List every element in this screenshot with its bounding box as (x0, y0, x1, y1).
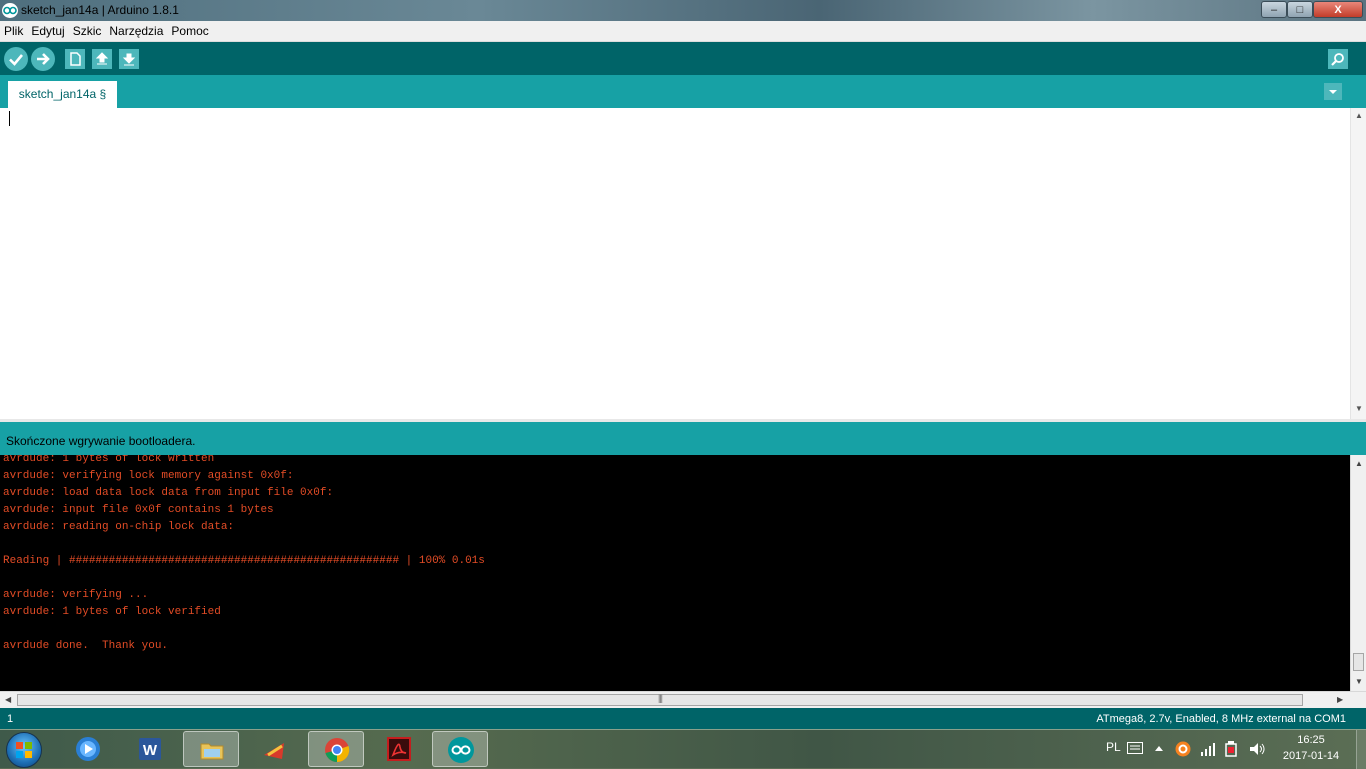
volume-icon[interactable] (1248, 741, 1266, 757)
scroll-thumb[interactable]: ||| (17, 693, 1303, 706)
title-bar: sketch_jan14a | Arduino 1.8.1 – □ X (0, 0, 1366, 21)
code-editor[interactable]: ▲ ▼ (0, 108, 1366, 419)
acrobat-icon (387, 737, 411, 761)
language-indicator[interactable]: PL (1106, 740, 1121, 754)
scroll-thumb[interactable] (1353, 653, 1364, 671)
maximize-button[interactable]: □ (1287, 1, 1313, 18)
upload-icon (37, 53, 50, 65)
menu-plik[interactable]: Plik (0, 21, 27, 38)
keyboard-icon[interactable] (1127, 742, 1143, 754)
arduino-app-icon (2, 3, 18, 18)
console-text: avrdude: 1 bytes of lock written avrdude… (3, 455, 485, 652)
footer-bar: 1 ATmega8, 2.7v, Enabled, 8 MHz external… (0, 708, 1366, 729)
svg-text:W: W (143, 742, 158, 759)
clock-time: 16:25 (1297, 734, 1325, 746)
open-icon (95, 52, 109, 65)
power-icon[interactable] (1223, 741, 1239, 757)
menu-bar: Plik Edytuj Szkic Narzędzia Pomoc (0, 21, 1366, 42)
verify-icon (9, 54, 23, 66)
serial-monitor-icon (1331, 53, 1344, 66)
new-icon (70, 52, 81, 66)
status-bar: Skończone wgrywanie bootloadera. (0, 422, 1366, 455)
file-explorer-icon (200, 743, 224, 760)
console-vertical-scrollbar[interactable]: ▲ ▼ (1350, 455, 1366, 691)
word-icon: W (139, 738, 161, 760)
menu-edytuj[interactable]: Edytuj (27, 21, 68, 38)
taskbar-explorer[interactable] (183, 731, 239, 767)
windows-logo-icon (16, 742, 32, 758)
show-hidden-icons-icon[interactable] (1154, 744, 1164, 752)
board-info: ATmega8, 2.7v, Enabled, 8 MHz external n… (1096, 713, 1346, 725)
scroll-left-icon[interactable]: ◀ (5, 695, 11, 704)
arduino-icon (448, 737, 474, 763)
new-button[interactable] (65, 49, 85, 69)
line-number: 1 (7, 713, 14, 725)
tab-sketch[interactable]: sketch_jan14a § (8, 81, 117, 108)
tab-menu-button[interactable] (1324, 83, 1342, 100)
save-icon (122, 53, 136, 66)
windows-media-player-icon (76, 737, 100, 761)
menu-narzedzia[interactable]: Narzędzia (105, 21, 167, 38)
clock[interactable]: 16:25 2017-01-14 (1278, 732, 1344, 764)
avast-icon[interactable] (1175, 741, 1191, 757)
taskbar-word[interactable]: W (122, 731, 178, 767)
scroll-down-icon[interactable]: ▼ (1355, 404, 1363, 413)
tab-strip: sketch_jan14a § (0, 75, 1366, 108)
menu-pomoc[interactable]: Pomoc (167, 21, 212, 38)
window-title: sketch_jan14a | Arduino 1.8.1 (21, 3, 179, 17)
taskbar: W PL 16:25 2017-01-14 (0, 729, 1366, 769)
editor-vertical-scrollbar[interactable]: ▲ ▼ (1350, 108, 1366, 419)
close-button[interactable]: X (1313, 1, 1363, 18)
taskbar-chrome[interactable] (308, 731, 364, 767)
taskbar-arduino[interactable] (432, 731, 488, 767)
menu-szkic[interactable]: Szkic (69, 21, 106, 38)
serial-monitor-button[interactable] (1328, 49, 1348, 69)
ccleaner-icon (264, 743, 284, 759)
taskbar-ccleaner[interactable] (246, 731, 302, 767)
console-output[interactable]: avrdude: 1 bytes of lock written avrdude… (0, 455, 1350, 691)
network-signal-icon[interactable] (1200, 742, 1216, 756)
upload-button[interactable] (31, 47, 55, 71)
minimize-button[interactable]: – (1261, 1, 1287, 18)
chevron-down-icon (1329, 90, 1337, 94)
chrome-icon (325, 738, 350, 763)
start-button[interactable] (6, 732, 42, 768)
scroll-right-icon[interactable]: ▶ (1337, 695, 1343, 704)
scroll-down-icon[interactable]: ▼ (1355, 677, 1363, 686)
status-message: Skończone wgrywanie bootloadera. (6, 434, 196, 448)
show-desktop-button[interactable] (1356, 730, 1366, 769)
console-horizontal-scrollbar[interactable]: ◀ ||| ▶ (0, 691, 1366, 708)
clock-date: 2017-01-14 (1282, 750, 1340, 762)
toolbar (0, 42, 1366, 75)
scroll-up-icon[interactable]: ▲ (1355, 459, 1363, 468)
text-cursor (9, 111, 10, 126)
scroll-up-icon[interactable]: ▲ (1355, 111, 1363, 120)
verify-button[interactable] (4, 47, 28, 71)
taskbar-acrobat[interactable] (371, 731, 427, 767)
save-button[interactable] (119, 49, 139, 69)
open-button[interactable] (92, 49, 112, 69)
taskbar-media-player[interactable] (60, 731, 116, 767)
